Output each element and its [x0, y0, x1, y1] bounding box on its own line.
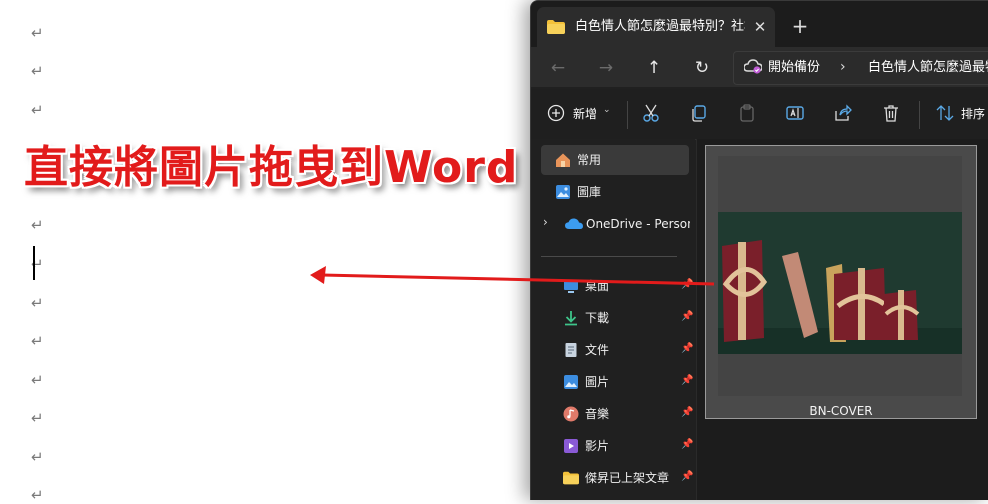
command-bar: 新增 ⌄ 排序	[531, 89, 988, 140]
download-icon	[563, 310, 579, 326]
paste-icon[interactable]	[737, 103, 761, 127]
sidebar-item-label: 影片	[585, 439, 610, 453]
word-document[interactable]: ↵ ↵ ↵ ↵ ↵ ↵ ↵ ↵ ↵ ↵ ↵	[0, 0, 560, 504]
new-button-label: 新增	[573, 107, 598, 121]
navigation-bar: ← → ↑ ↻ 開始備份 › 白色情人節怎麼過最特別	[531, 47, 988, 87]
explorer-tab[interactable]: 白色情人節怎麼過最特別？社群 ✕	[537, 7, 775, 47]
sort-icon	[935, 104, 955, 126]
sidebar-item-label: 音樂	[585, 407, 610, 421]
sidebar-item-onedrive[interactable]: › OneDrive - Personal	[531, 209, 695, 239]
pictures-icon	[563, 374, 579, 390]
sidebar-item-label: 下載	[585, 311, 610, 325]
breadcrumb-separator[interactable]: ›	[840, 58, 846, 76]
pin-icon[interactable]: 📌	[681, 407, 693, 418]
backup-cloud-icon	[743, 59, 763, 79]
sidebar-item-gallery[interactable]: 圖庫	[541, 177, 689, 207]
music-icon	[563, 406, 579, 422]
breadcrumb-current-folder[interactable]: 白色情人節怎麼過最特別	[868, 59, 988, 77]
rename-icon[interactable]	[785, 103, 809, 127]
pin-icon[interactable]: 📌	[681, 311, 693, 322]
sidebar-item-label: 圖庫	[577, 185, 602, 199]
videos-icon	[563, 438, 579, 454]
tab-title: 白色情人節怎麼過最特別？社群	[575, 19, 745, 34]
chevron-right-icon[interactable]: ›	[543, 215, 548, 229]
paragraph-mark: ↵	[31, 332, 44, 350]
sidebar-item-home[interactable]: 常用	[541, 145, 689, 175]
sidebar-item-pictures[interactable]: 圖片 📌	[541, 367, 693, 397]
sidebar-item-label: 文件	[585, 343, 610, 357]
sidebar-item-documents[interactable]: 文件 📌	[541, 335, 693, 365]
file-thumbnail	[718, 156, 962, 396]
sidebar-item-label: OneDrive - Personal	[586, 217, 690, 231]
forward-icon[interactable]: →	[591, 53, 621, 83]
pin-icon[interactable]: 📌	[681, 279, 693, 290]
paragraph-mark: ↵	[31, 409, 44, 427]
paragraph-mark: ↵	[31, 486, 44, 504]
sidebar-item-videos[interactable]: 影片 📌	[541, 431, 693, 461]
paragraph-mark: ↵	[31, 62, 44, 80]
file-name: BN-COVER	[809, 404, 873, 418]
folder-icon	[547, 19, 565, 38]
up-icon[interactable]: ↑	[639, 53, 669, 83]
pin-icon[interactable]: 📌	[681, 343, 693, 354]
plus-circle-icon	[547, 104, 565, 126]
text-cursor	[33, 246, 35, 280]
navigation-pane: 常用 圖庫 › OneDrive - Personal 桌面 📌	[531, 139, 695, 500]
chevron-down-icon: ⌄	[603, 105, 611, 115]
paragraph-mark: ↵	[31, 24, 44, 42]
instruction-caption: 直接將圖片拖曳到Word	[24, 142, 519, 193]
pin-icon[interactable]: 📌	[681, 439, 693, 450]
breadcrumb-backup[interactable]: 開始備份	[768, 59, 820, 77]
paragraph-mark: ↵	[31, 371, 44, 389]
file-explorer-window: 白色情人節怎麼過最特別？社群 ✕ + ← → ↑ ↻ 開始備份 › 白色情人節怎…	[530, 0, 988, 500]
paragraph-mark: ↵	[31, 101, 44, 119]
toolbar-divider	[919, 101, 920, 129]
sort-button[interactable]: 排序	[933, 103, 988, 127]
toolbar-divider	[627, 101, 628, 129]
sidebar-divider	[541, 256, 677, 257]
home-icon	[555, 152, 571, 168]
sidebar-item-label: 常用	[577, 153, 602, 167]
sidebar-item-desktop[interactable]: 桌面 📌	[541, 271, 693, 301]
file-item[interactable]: BN-COVER	[705, 145, 977, 419]
sort-button-label: 排序	[961, 107, 986, 121]
new-button[interactable]: 新增 ⌄	[547, 103, 613, 127]
paragraph-mark: ↵	[31, 448, 44, 466]
tab-strip: 白色情人節怎麼過最特別？社群 ✕ +	[531, 1, 988, 51]
pin-icon[interactable]: 📌	[681, 471, 693, 482]
sidebar-item-label: 傑昇已上架文章	[585, 471, 670, 485]
paragraph-mark: ↵	[31, 216, 44, 234]
sidebar-item-music[interactable]: 音樂 📌	[541, 399, 693, 429]
sidebar-item-downloads[interactable]: 下載 📌	[541, 303, 693, 333]
back-icon[interactable]: ←	[543, 53, 573, 83]
sidebar-item-label: 圖片	[585, 375, 610, 389]
new-tab-icon[interactable]: +	[789, 15, 811, 37]
desktop-icon	[563, 278, 579, 294]
gallery-icon	[555, 184, 571, 200]
folder-icon	[563, 470, 579, 486]
pin-icon[interactable]: 📌	[681, 375, 693, 386]
paragraph-mark: ↵	[31, 294, 44, 312]
address-bar[interactable]: 開始備份 › 白色情人節怎麼過最特別	[733, 51, 988, 85]
delete-icon[interactable]	[881, 103, 905, 127]
sidebar-item-label: 桌面	[585, 279, 610, 293]
file-list-pane: BN-COVER	[696, 139, 988, 500]
documents-icon	[563, 342, 579, 358]
onedrive-icon	[565, 216, 583, 232]
close-tab-icon[interactable]: ✕	[749, 16, 771, 38]
cut-icon[interactable]	[641, 103, 665, 127]
sidebar-item-folder[interactable]: 傑昇已上架文章 📌	[541, 463, 693, 493]
refresh-icon[interactable]: ↻	[687, 53, 717, 83]
copy-icon[interactable]	[689, 103, 713, 127]
share-icon[interactable]	[833, 103, 857, 127]
